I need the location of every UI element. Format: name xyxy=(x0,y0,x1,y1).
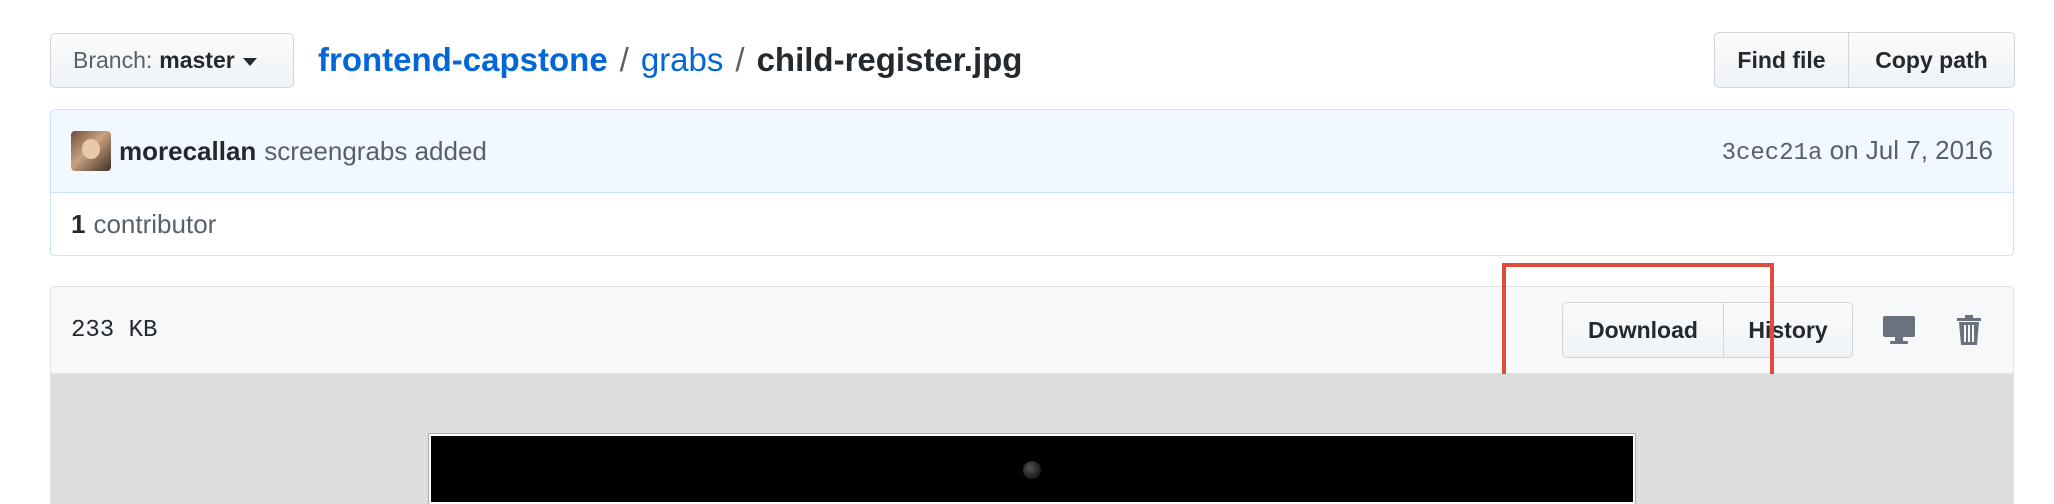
caret-down-icon xyxy=(242,57,257,66)
desktop-icon[interactable] xyxy=(1875,306,1923,354)
contributors-bar[interactable]: 1 contributor xyxy=(50,193,2014,256)
trashcan-icon[interactable] xyxy=(1945,306,1993,354)
branch-label: Branch: xyxy=(73,47,153,73)
file-actions: Download History xyxy=(1562,302,1993,358)
breadcrumb-separator: / xyxy=(735,41,745,78)
file-nav-buttons: Find file Copy path xyxy=(1714,32,2015,88)
breadcrumb-repo-link[interactable]: frontend-capstone xyxy=(318,41,608,79)
file-size: 233 KB xyxy=(71,316,158,344)
copy-path-button[interactable]: Copy path xyxy=(1849,32,2015,88)
latest-commit-bar: morecallan screengrabs added 3cec21a on … xyxy=(50,109,2014,193)
commit-message-link[interactable]: screengrabs added xyxy=(264,136,487,167)
breadcrumb-file-name: child-register.jpg xyxy=(756,41,1023,78)
avatar[interactable] xyxy=(71,131,111,171)
download-button[interactable]: Download xyxy=(1562,302,1724,358)
commit-date: on Jul 7, 2016 xyxy=(1829,135,1993,165)
file-header: 233 KB Download History xyxy=(50,286,2014,374)
file-action-buttons: Download History xyxy=(1562,302,1853,358)
breadcrumb-separator: / xyxy=(619,41,629,78)
commit-sha-link[interactable]: 3cec21a xyxy=(1722,140,1823,167)
breadcrumb: frontend-capstone / grabs / child-regist… xyxy=(318,36,1022,84)
contributor-label: contributor xyxy=(93,208,217,239)
contributor-count: 1 xyxy=(71,208,86,239)
commit-meta: 3cec21a on Jul 7, 2016 xyxy=(1722,135,1993,167)
branch-name: master xyxy=(159,47,235,73)
branch-selector-button[interactable]: Branch: master xyxy=(50,33,294,88)
breadcrumb-dir-link[interactable]: grabs xyxy=(641,41,724,79)
commit-author-link[interactable]: morecallan xyxy=(119,136,256,167)
image-preview xyxy=(428,433,1636,504)
history-button[interactable]: History xyxy=(1724,302,1853,358)
find-file-button[interactable]: Find file xyxy=(1714,32,1849,88)
camera-dot xyxy=(1023,461,1041,479)
